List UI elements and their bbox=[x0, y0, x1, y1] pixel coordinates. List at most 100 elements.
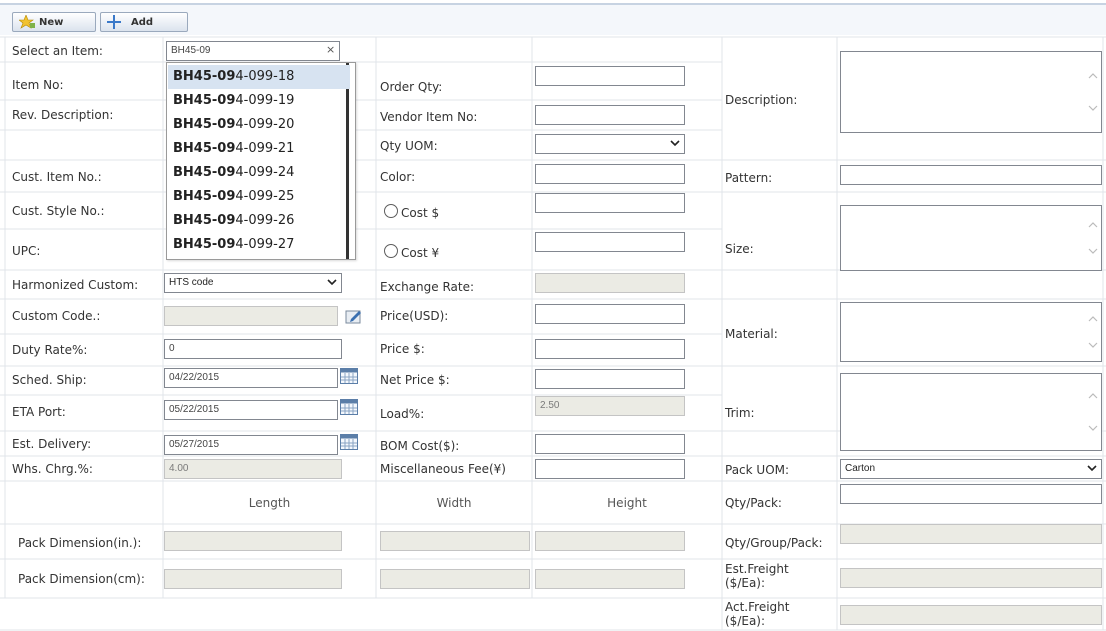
net-price-input[interactable] bbox=[535, 369, 685, 389]
pack-uom-value: Carton bbox=[845, 463, 876, 474]
item-autocomplete-dropdown: BH45-094-099-18 BH45-094-099-19 BH45-094… bbox=[166, 62, 356, 260]
clear-icon[interactable]: × bbox=[326, 43, 335, 56]
act-freight-unit: ($/Ea): bbox=[725, 614, 766, 628]
qty-group-pack-label: Qty/Group/Pack: bbox=[725, 536, 823, 550]
order-qty-label: Order Qty: bbox=[380, 80, 443, 94]
whs-chrg-input[interactable]: 4.00 bbox=[164, 459, 342, 479]
scroll-up-icon[interactable] bbox=[1088, 72, 1098, 80]
material-textarea[interactable] bbox=[840, 302, 1102, 362]
pack-dim-in-label: Pack Dimension(in.): bbox=[18, 536, 142, 550]
autocomplete-option[interactable]: BH45-094-099-25 bbox=[168, 185, 350, 209]
autocomplete-option[interactable]: BH45-094-099-24 bbox=[168, 161, 350, 185]
autocomplete-option[interactable]: BH45-094-099-19 bbox=[168, 89, 350, 113]
exchange-rate-label: Exchange Rate: bbox=[380, 280, 475, 294]
color-input[interactable] bbox=[535, 164, 685, 184]
autocomplete-option[interactable]: BH45-094-099-21 bbox=[168, 137, 350, 161]
net-price-label: Net Price $: bbox=[380, 373, 450, 387]
material-label: Material: bbox=[725, 327, 778, 341]
est-freight-input[interactable] bbox=[840, 568, 1102, 588]
eta-port-input[interactable]: 05/22/2015 bbox=[164, 400, 338, 420]
cost-usd-input[interactable] bbox=[535, 193, 685, 213]
pattern-input[interactable] bbox=[840, 165, 1102, 185]
pack-dim-cm-height[interactable] bbox=[535, 569, 685, 589]
calendar-icon[interactable] bbox=[340, 399, 358, 415]
qty-pack-input[interactable] bbox=[840, 484, 1102, 504]
whs-chrg-label: Whs. Chrg.%: bbox=[12, 462, 93, 476]
scroll-down-icon[interactable] bbox=[1088, 424, 1098, 432]
description-label: Description: bbox=[725, 93, 798, 107]
pack-dim-cm-length[interactable] bbox=[164, 569, 342, 589]
pack-dim-in-height[interactable] bbox=[535, 531, 685, 551]
sched-ship-label: Sched. Ship: bbox=[12, 373, 87, 387]
calendar-icon[interactable] bbox=[340, 434, 358, 450]
scroll-down-icon[interactable] bbox=[1088, 104, 1098, 112]
cust-item-no-label: Cust. Item No.: bbox=[12, 170, 102, 184]
vendor-item-no-label: Vendor Item No: bbox=[380, 110, 478, 124]
cost-usd-radio[interactable] bbox=[384, 204, 398, 218]
duty-rate-input[interactable]: 0 bbox=[164, 339, 342, 359]
cust-style-no-label: Cust. Style No.: bbox=[12, 204, 105, 218]
scroll-up-icon[interactable] bbox=[1088, 392, 1098, 400]
select-item-input[interactable]: BH45-09 bbox=[166, 41, 340, 61]
price-usd-input[interactable] bbox=[535, 304, 685, 324]
custom-code-input[interactable] bbox=[164, 306, 338, 326]
harmonized-custom-value: HTS code bbox=[169, 277, 214, 288]
act-freight-label: Act.Freight bbox=[725, 600, 790, 614]
trim-textarea[interactable] bbox=[840, 373, 1102, 451]
color-label: Color: bbox=[380, 170, 416, 184]
edit-icon[interactable] bbox=[345, 308, 363, 324]
scroll-down-icon[interactable] bbox=[1088, 341, 1098, 349]
est-freight-label: Est.Freight bbox=[725, 562, 789, 576]
autocomplete-option[interactable]: BH45-094-099-27 bbox=[168, 233, 350, 257]
pack-uom-select[interactable]: Carton bbox=[840, 459, 1102, 479]
chevron-down-icon bbox=[1087, 465, 1097, 472]
bom-cost-input[interactable] bbox=[535, 434, 685, 454]
act-freight-input[interactable] bbox=[840, 605, 1102, 625]
est-freight-unit: ($/Ea): bbox=[725, 576, 766, 590]
price-usd-label: Price(USD): bbox=[380, 309, 449, 323]
pattern-label: Pattern: bbox=[725, 171, 773, 185]
item-no-label: Item No: bbox=[12, 78, 64, 92]
qty-group-pack-input[interactable] bbox=[840, 524, 1102, 544]
scroll-up-icon[interactable] bbox=[1088, 221, 1098, 229]
calendar-icon[interactable] bbox=[340, 368, 358, 384]
autocomplete-option[interactable]: BH45-094-099-26 bbox=[168, 209, 350, 233]
cost-cny-radio[interactable] bbox=[384, 244, 398, 258]
cost-usd-label: Cost $ bbox=[401, 206, 440, 220]
size-textarea[interactable] bbox=[840, 205, 1102, 271]
duty-rate-label: Duty Rate%: bbox=[12, 343, 88, 357]
width-header: Width bbox=[436, 496, 472, 510]
pack-dim-cm-width[interactable] bbox=[380, 569, 530, 589]
description-textarea[interactable] bbox=[840, 51, 1102, 133]
chevron-down-icon bbox=[327, 279, 337, 286]
height-header: Height bbox=[607, 496, 647, 510]
trim-label: Trim: bbox=[725, 406, 755, 420]
pack-uom-label: Pack UOM: bbox=[725, 463, 790, 477]
order-qty-input[interactable] bbox=[535, 66, 685, 86]
eta-port-label: ETA Port: bbox=[12, 405, 66, 419]
custom-code-label: Custom Code.: bbox=[12, 309, 101, 323]
scroll-up-icon[interactable] bbox=[1088, 315, 1098, 323]
exchange-rate-input[interactable] bbox=[535, 273, 685, 293]
autocomplete-option[interactable]: BH45-094-099-20 bbox=[168, 113, 350, 137]
misc-fee-label: Miscellaneous Fee(¥) bbox=[380, 462, 506, 476]
load-label: Load%: bbox=[380, 407, 425, 421]
sched-ship-input[interactable]: 04/22/2015 bbox=[164, 368, 338, 388]
est-delivery-label: Est. Delivery: bbox=[12, 437, 92, 451]
pack-dim-in-length[interactable] bbox=[164, 531, 342, 551]
cost-cny-input[interactable] bbox=[535, 232, 685, 252]
misc-fee-input[interactable] bbox=[535, 459, 685, 479]
harmonized-custom-select[interactable]: HTS code bbox=[164, 273, 342, 293]
scroll-down-icon[interactable] bbox=[1088, 247, 1098, 255]
price-input[interactable] bbox=[535, 339, 685, 359]
bom-cost-label: BOM Cost($): bbox=[380, 439, 460, 453]
autocomplete-option[interactable]: BH45-094-099-18 bbox=[168, 65, 350, 89]
size-label: Size: bbox=[725, 242, 754, 256]
qty-uom-label: Qty UOM: bbox=[380, 139, 438, 153]
vendor-item-no-input[interactable] bbox=[535, 105, 685, 125]
load-input[interactable]: 2.50 bbox=[535, 396, 685, 416]
select-item-label: Select an Item: bbox=[12, 44, 103, 58]
qty-uom-select[interactable] bbox=[535, 134, 685, 154]
est-delivery-input[interactable]: 05/27/2015 bbox=[164, 435, 338, 455]
pack-dim-in-width[interactable] bbox=[380, 531, 530, 551]
